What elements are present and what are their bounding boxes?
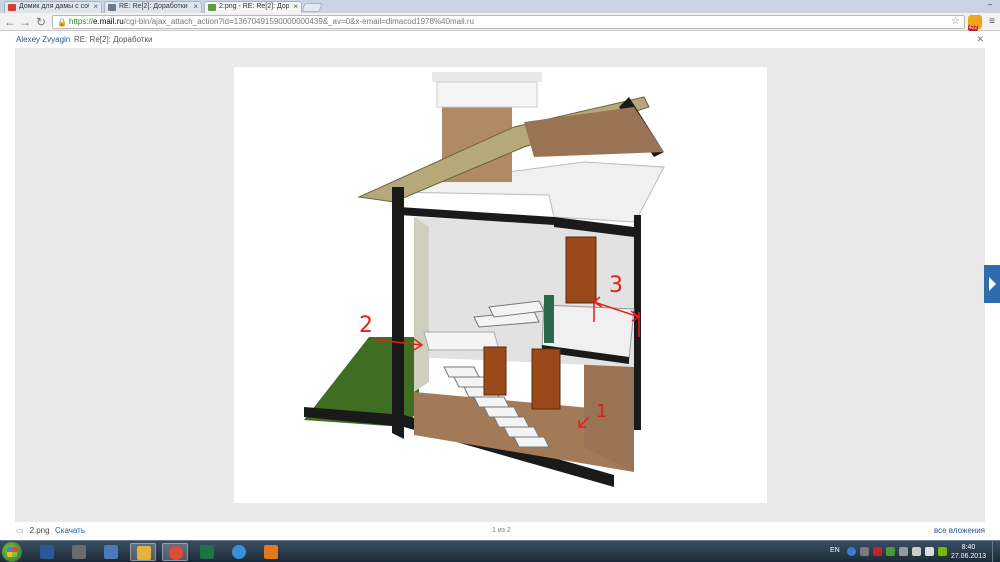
language-indicator[interactable]: EN: [830, 547, 840, 554]
file-entry: ▭ 2.png: [16, 522, 50, 540]
attachment-viewer-header: Alexey Zvyagin RE: Re[2]: Доработки ✕: [0, 31, 1000, 48]
taskbar-excel[interactable]: [194, 543, 220, 561]
app3-icon: [104, 545, 118, 559]
annotation-2: 2: [359, 313, 373, 338]
tab-2-title: RE: Re[2]: Доработки - di: [119, 3, 189, 10]
browser-toolbar: ← → ↻ 🔒 https://e.mail.ru/cgi-bin/ajax_a…: [0, 13, 1000, 31]
chrome-icon: [169, 546, 183, 560]
tab-1[interactable]: Домик для дамы с собак ×: [4, 1, 102, 13]
tab-1-title: Домик для дамы с собак: [19, 3, 89, 10]
tray-green-icon[interactable]: [886, 547, 895, 556]
all-attachments-link[interactable]: все вложения: [934, 522, 985, 540]
reload-icon[interactable]: ↻: [34, 15, 48, 29]
taskbar-ie[interactable]: [226, 543, 252, 561]
taskbar-explorer[interactable]: [130, 543, 156, 561]
url-scheme: https://: [69, 17, 94, 26]
window-minimize-icon[interactable]: –: [980, 0, 1000, 10]
clock-time: 8:40: [961, 544, 976, 551]
lock-icon: 🔒: [57, 18, 67, 27]
network-icon[interactable]: [912, 547, 921, 556]
tray-app-icon[interactable]: [860, 547, 869, 556]
tab-close-icon[interactable]: ×: [193, 2, 198, 12]
taskbar-media[interactable]: [258, 543, 284, 561]
explorer-icon: [137, 546, 151, 560]
tray-gray-icon[interactable]: [899, 547, 908, 556]
upper-door: [565, 236, 597, 304]
attachment-image: 2 3 1: [234, 67, 767, 503]
tab-3-title: 2.png - RE: Re[2]: Доработ: [219, 3, 289, 10]
annotation-1: 1: [596, 401, 607, 422]
clock-date: 27.06.2013: [950, 553, 986, 560]
image-favicon-icon: [208, 4, 216, 11]
excel-icon: [200, 545, 214, 559]
next-image-arrow-icon[interactable]: [984, 265, 1000, 303]
viewer-footer: ▭ 2.png Скачать 1 из 2 все вложения: [0, 522, 1000, 540]
windows-taskbar: EN 8:40 27.06.2013: [0, 540, 1000, 562]
taskbar-app3[interactable]: [98, 543, 124, 561]
new-tab-button[interactable]: [301, 3, 323, 12]
filename: 2.png: [29, 526, 50, 535]
word-icon: [40, 545, 54, 559]
lower-door-2: [531, 348, 561, 410]
gable-wall: [524, 107, 664, 157]
volume-icon[interactable]: [925, 547, 934, 556]
tab-2[interactable]: RE: Re[2]: Доработки - di ×: [104, 1, 202, 13]
side-wall: [414, 217, 429, 392]
start-button[interactable]: [2, 542, 22, 562]
lower-door-1: [483, 346, 507, 396]
close-icon[interactable]: ✕: [976, 31, 984, 48]
help-icon[interactable]: [847, 547, 856, 556]
browser-tabstrip: Домик для дамы с собак × RE: Re[2]: Дора…: [0, 0, 1000, 13]
url-path: /cgi-bin/ajax_attach_action?id=136704915…: [123, 17, 474, 26]
chimney-top: [436, 81, 538, 108]
forward-arrow-icon[interactable]: →: [18, 15, 32, 29]
download-link[interactable]: Скачать: [55, 522, 85, 540]
tab-3-active[interactable]: 2.png - RE: Re[2]: Доработ ×: [204, 1, 302, 13]
browser-menu-icon[interactable]: ≡: [986, 15, 998, 29]
show-desktop-button[interactable]: [992, 541, 1000, 562]
page-favicon-icon: [108, 4, 116, 11]
annotation-3: 3: [609, 273, 623, 298]
mail-favicon-icon: [8, 4, 16, 11]
media-icon: [264, 545, 278, 559]
nvidia-icon[interactable]: [938, 547, 947, 556]
railing: [544, 295, 554, 343]
taskbar-chrome[interactable]: [162, 543, 188, 561]
chimney-cap: [432, 72, 542, 82]
right-column: [634, 215, 641, 430]
ie-icon: [232, 545, 246, 559]
antivirus-icon[interactable]: [873, 547, 882, 556]
taskbar-word[interactable]: [34, 543, 60, 561]
tanks-icon: [72, 545, 86, 559]
clock[interactable]: 8:40 27.06.2013: [951, 543, 986, 561]
url-host: e.mail.ru: [93, 17, 124, 26]
house-drawing: 2 3 1: [304, 72, 665, 487]
image-counter: 1 из 2: [492, 527, 511, 534]
taskbar-tanks[interactable]: [66, 543, 92, 561]
message-subject: RE: Re[2]: Доработки: [74, 35, 153, 44]
bookmark-star-icon[interactable]: ☆: [951, 16, 960, 28]
image-file-icon: ▭: [16, 526, 24, 535]
sender-name[interactable]: Alexey Zvyagin: [16, 31, 70, 48]
mail-extension-icon[interactable]: 422: [968, 15, 982, 31]
back-arrow-icon[interactable]: ←: [3, 15, 17, 29]
tab-close-icon[interactable]: ×: [293, 2, 298, 12]
left-column: [392, 187, 404, 439]
system-tray: EN 8:40 27.06.2013: [820, 541, 1000, 562]
tab-close-icon[interactable]: ×: [93, 2, 98, 12]
address-bar[interactable]: 🔒 https://e.mail.ru/cgi-bin/ajax_attach_…: [52, 15, 965, 29]
